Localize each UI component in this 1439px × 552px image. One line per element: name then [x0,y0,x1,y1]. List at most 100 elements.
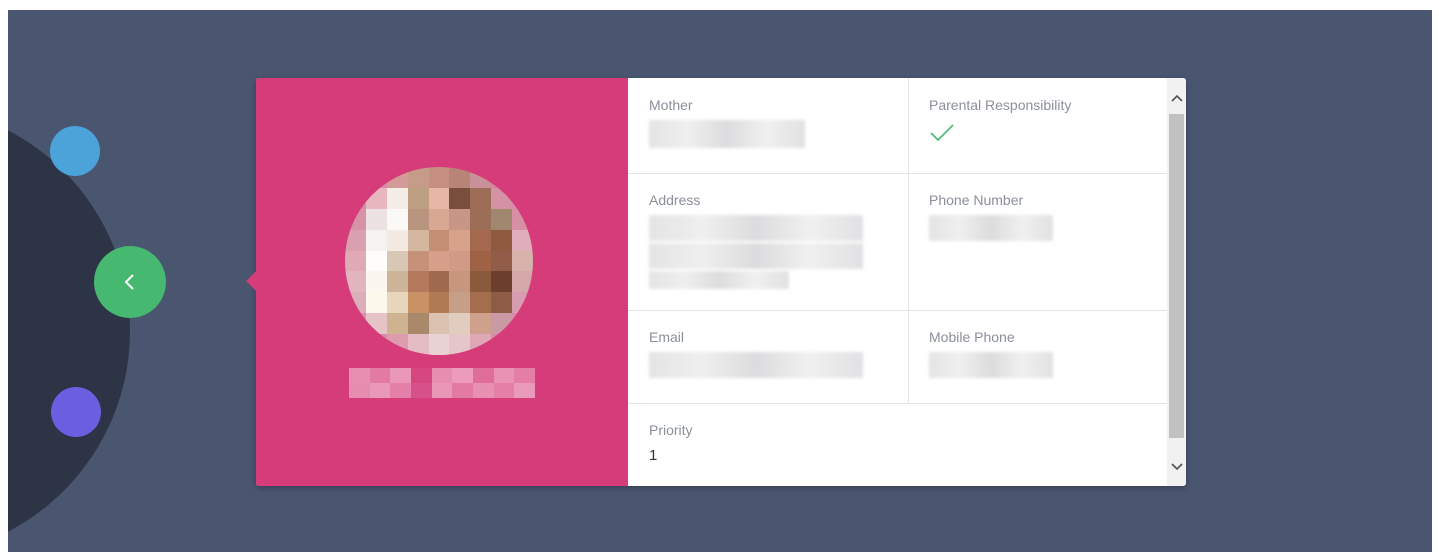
avatar-pixel [365,229,387,251]
avatar-pixelated-image [345,167,533,355]
phone-number-value-redacted [929,215,1053,241]
avatar-pixel [491,271,513,293]
avatar-pixel [470,187,492,209]
radial-menu-item-purple[interactable] [51,387,101,437]
avatar-pixel [428,250,450,272]
avatar-pixel [449,187,471,209]
name-pixel [493,368,515,383]
avatar-pixel [449,292,471,314]
check-icon [930,124,954,142]
avatar-pixel [386,167,408,188]
avatar-pixel [365,208,387,230]
scroll-down-button[interactable] [1167,457,1186,476]
contact-card: Mother Parental Responsibility Address P… [246,78,1186,486]
avatar-pixel [428,167,450,188]
avatar-pixel [449,313,471,335]
name-pixel [472,383,494,398]
name-pixel [431,368,453,383]
page-background: Mother Parental Responsibility Address P… [8,10,1432,552]
address-line-1-redacted [649,215,863,241]
avatar-pixel [491,250,513,272]
avatar-pixel [512,208,533,230]
avatar-pixel [345,208,366,230]
avatar-pixel [407,187,429,209]
name-pixel [452,383,473,398]
avatar-pixel [365,334,387,355]
avatar-pixel [428,229,450,251]
chevron-up-icon [1170,94,1183,102]
radial-menu-item-blue[interactable] [50,126,100,176]
email-label: Email [649,329,685,345]
avatar-pixel [512,334,533,355]
avatar-pixel [470,313,492,335]
name-pixel [410,383,432,398]
avatar-pixel [365,250,387,272]
avatar-pixel [470,167,492,188]
name-pixel [390,383,411,398]
vertical-scrollbar[interactable] [1167,78,1186,486]
avatar-pixel [407,334,429,355]
email-field: Email [628,310,908,403]
avatar-pixel [491,187,513,209]
mobile-phone-label: Mobile Phone [929,329,1015,345]
avatar-pixel [470,271,492,293]
name-pixel [493,383,515,398]
mother-value-redacted [649,120,805,148]
profile-name-redacted [349,368,535,398]
avatar-pixel [345,229,366,251]
avatar-pixel [386,250,408,272]
avatar-pixel [386,313,408,335]
avatar-pixel [345,187,366,209]
address-line-3-redacted [649,271,789,289]
name-pixel [390,368,411,383]
avatar-pixel [428,208,450,230]
name-pixel [369,383,391,398]
avatar-pixel [407,292,429,314]
address-label: Address [649,192,701,208]
avatar-pixel [491,334,513,355]
avatar-pixel [449,167,471,188]
chevron-down-icon [1170,462,1183,470]
avatar-pixel [407,167,429,188]
avatar-pixel [386,292,408,314]
avatar-pixel [449,250,471,272]
name-pixel [452,368,473,383]
avatar-pixel [512,250,533,272]
email-value-redacted [649,352,863,378]
avatar-pixel [407,229,429,251]
panel-pointer [246,271,266,291]
avatar-pixel [365,187,387,209]
name-pixel [369,368,391,383]
parental-responsibility-label: Parental Responsibility [929,97,1072,113]
address-field: Address [628,173,908,310]
avatar-pixel [345,250,366,272]
mother-label: Mother [649,97,693,113]
mobile-phone-field: Mobile Phone [908,310,1167,403]
avatar-pixel [428,334,450,355]
mobile-phone-value-redacted [929,352,1053,378]
name-pixel [431,383,453,398]
avatar-pixel [345,292,366,314]
name-pixel [514,368,535,383]
avatar-pixel [365,313,387,335]
avatar-pixel [407,313,429,335]
avatar-pixel [386,187,408,209]
avatar-pixel [428,271,450,293]
avatar-pixel [345,334,366,355]
avatar-pixel [345,271,366,293]
avatar-pixel [386,334,408,355]
name-pixel [349,368,370,383]
back-button[interactable] [94,246,166,318]
avatar-pixel [428,292,450,314]
avatar-pixel [407,250,429,272]
scrollbar-thumb[interactable] [1169,114,1184,438]
scroll-up-button[interactable] [1167,88,1186,107]
avatar-pixel [512,271,533,293]
avatar-pixel [491,167,513,188]
chevron-left-icon [124,274,134,290]
avatar-pixel [512,229,533,251]
avatar-pixel [365,167,387,188]
name-pixel [514,383,535,398]
avatar-pixel [491,292,513,314]
avatar-pixel [449,208,471,230]
